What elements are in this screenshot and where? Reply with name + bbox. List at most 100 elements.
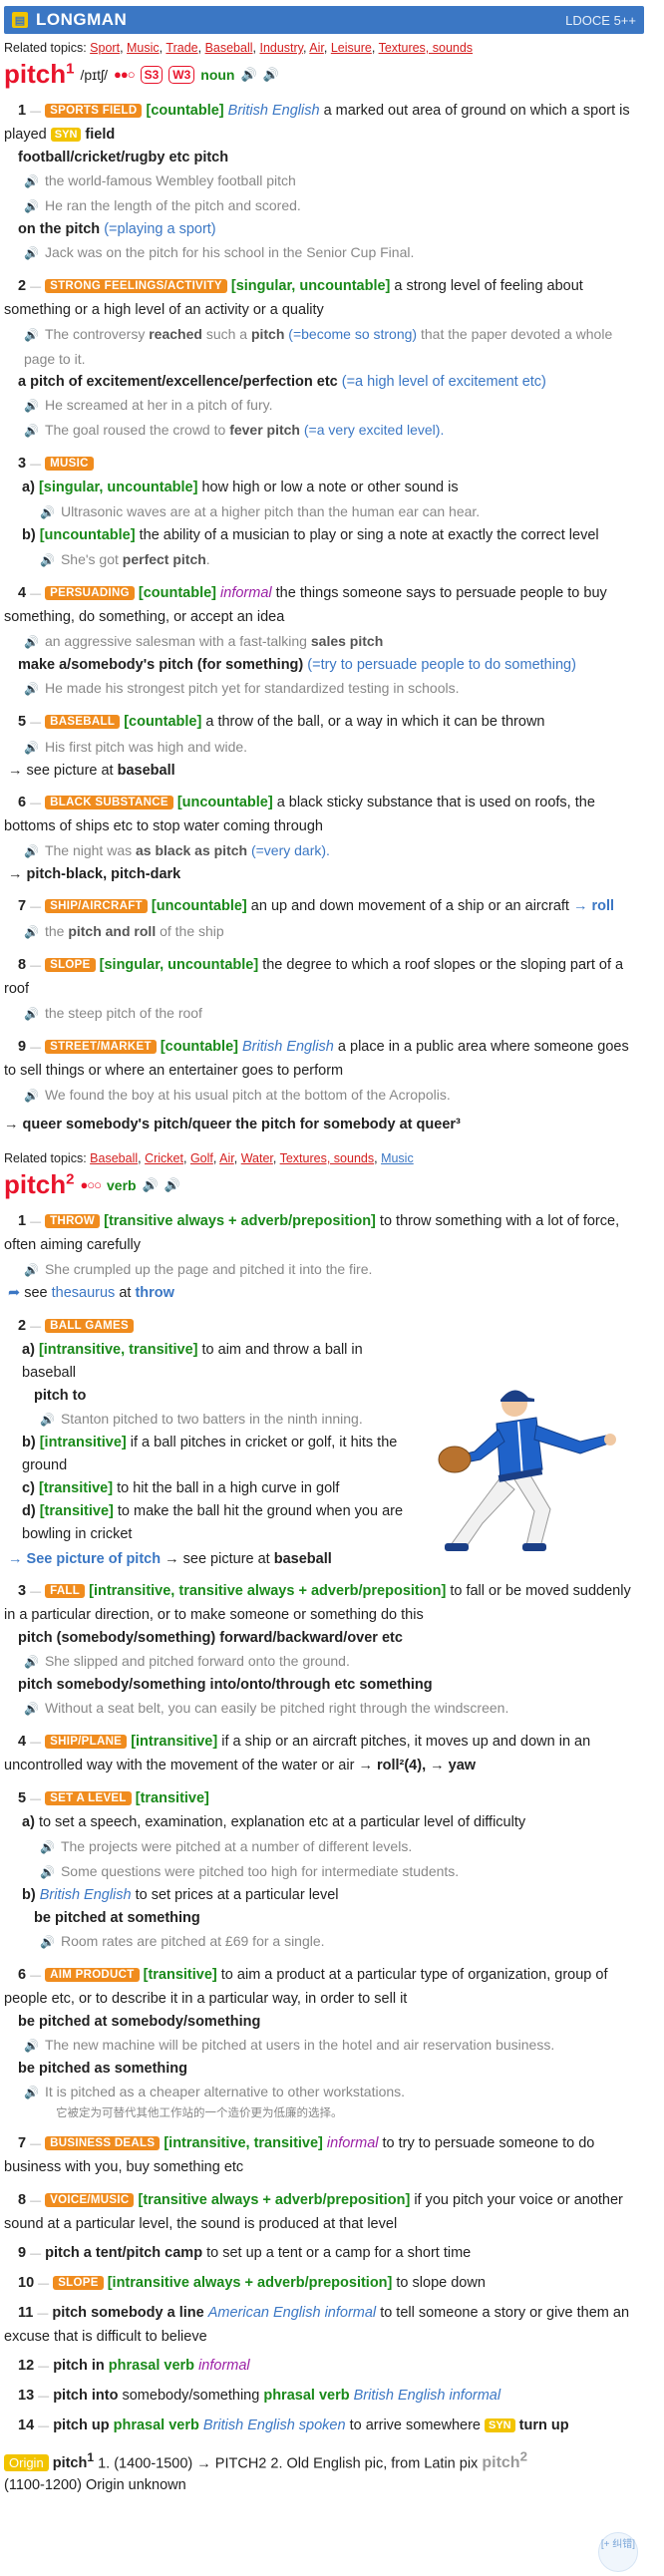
topic-link[interactable]: Industry: [259, 41, 303, 55]
speaker-icon: 🔊: [24, 635, 39, 649]
sense-4: 4 — PERSUADING [countable] informal the …: [4, 582, 644, 701]
example: 🔊 His first pitch was high and wide.: [24, 739, 248, 755]
speaker-icon: 🔊: [24, 1263, 39, 1277]
speaker-icon: 🔊: [24, 328, 39, 342]
collocation: pitch to: [34, 1388, 87, 1404]
topic-link[interactable]: Baseball: [205, 41, 253, 55]
speaker-icon: 🔊: [24, 1007, 39, 1021]
signpost: MUSIC: [45, 457, 94, 471]
example: 🔊 She slipped and pitched forward onto th…: [24, 1653, 350, 1669]
verb-sense-7: 7 — BUSINESS DEALS [intransitive, transi…: [4, 2135, 595, 2175]
topic-link[interactable]: Leisure: [331, 41, 372, 55]
topic-link[interactable]: Textures, sounds: [280, 1151, 375, 1165]
synonym-badge: SYN: [485, 2418, 515, 2432]
written-frequency-badge: W3: [168, 65, 195, 84]
verb-sense-11: 11 — pitch somebody a line American Engl…: [4, 2305, 630, 2345]
collocation: a pitch of excitement/excellence/perfect…: [18, 374, 546, 390]
topic-link[interactable]: Trade: [166, 41, 197, 55]
verb-sense-13: 13 — pitch into somebody/something phras…: [18, 2388, 501, 2404]
collocation: be pitched as something: [18, 2061, 187, 2077]
sense-6: 6 — BLACK SUBSTANCE [uncountable] a blac…: [4, 792, 644, 885]
example: 🔊 Room rates are pitched at £69 for a sin…: [40, 1933, 325, 1949]
thesaurus-link[interactable]: ➦ see thesaurus at throw: [8, 1282, 644, 1305]
collocation: on the pitch (=playing a sport): [18, 221, 216, 237]
cross-reference[interactable]: → roll: [573, 898, 614, 914]
speaker-icon: 🔊: [24, 424, 39, 438]
topic-link[interactable]: Textures, sounds: [379, 41, 474, 55]
baseball-pitcher-illustration: [431, 1368, 620, 1557]
dictionary-header: ▤ LONGMAN LDOCE 5++: [4, 6, 644, 34]
verb-sense-1: 1 — THROW [transitive always + adverb/pr…: [4, 1210, 644, 1305]
topic-link[interactable]: Golf: [190, 1151, 213, 1165]
speaker-icon: 🔊: [24, 741, 39, 755]
speaker-icon: 🔊: [40, 553, 55, 567]
entry1-headline: pitch1 /pɪtʃ/ ●●○ S3 W3 noun 🔊 🔊: [4, 59, 644, 90]
signpost: BALL GAMES: [45, 1319, 134, 1333]
signpost: STRONG FEELINGS/ACTIVITY: [45, 279, 227, 293]
example: 🔊 She's got perfect pitch.: [40, 551, 210, 567]
cross-reference[interactable]: → pitch-black, pitch-dark: [8, 863, 644, 885]
signpost: VOICE/MUSIC: [45, 2193, 135, 2207]
book-icon: ▤: [12, 12, 28, 28]
topic-link[interactable]: Music: [381, 1151, 414, 1165]
verb-sense-5: 5 — SET A LEVEL [transitive] a) to set a…: [4, 1787, 644, 1954]
example: 🔊 The new machine will be pitched at user…: [24, 2037, 555, 2053]
sense-8: 8 — SLOPE [singular, uncountable] the de…: [4, 954, 644, 1026]
signpost: BUSINESS DEALS: [45, 2136, 161, 2150]
signpost: SET A LEVEL: [45, 1791, 132, 1805]
example: 🔊 Ultrasonic waves are at a higher pitch …: [40, 503, 481, 519]
example: 🔊 The goal roused the crowd to fever pitc…: [24, 422, 445, 438]
part-of-speech: verb: [107, 1176, 137, 1193]
verb-sense-2: 2 — BALL GAMES a) [intransitive, transit…: [4, 1315, 413, 1546]
speaker-icon: 🔊: [40, 1413, 55, 1427]
topic-link[interactable]: Air: [309, 41, 324, 55]
signpost: SLOPE: [53, 2276, 104, 2290]
verb-sense-12: 12 — pitch in phrasal verb informal: [18, 2358, 250, 2374]
speaker-icon: 🔊: [24, 2039, 39, 2053]
brand-name: LONGMAN: [36, 10, 128, 29]
speaker-icon: 🔊: [24, 399, 39, 413]
signpost: SPORTS FIELD: [45, 104, 143, 118]
signpost: PERSUADING: [45, 586, 135, 600]
headword: pitch2: [4, 1169, 75, 1199]
speaker-icon: 🔊: [24, 174, 39, 188]
verb-sense-14: 14 — pitch up phrasal verb British Engli…: [18, 2417, 569, 2433]
topic-link[interactable]: Water: [241, 1151, 273, 1165]
example: 🔊 We found the boy at his usual pitch at …: [24, 1087, 451, 1103]
sense-9: 9 — STREET/MARKET [countable] British En…: [4, 1036, 644, 1108]
cross-reference[interactable]: → roll²(4), → yaw: [358, 1758, 476, 1773]
topic-link[interactable]: Sport: [90, 41, 120, 55]
example: 🔊 The controversy reached such a pitch (=…: [24, 326, 613, 367]
spoken-frequency-badge: S3: [140, 65, 164, 84]
example: 🔊 It is pitched as a cheaper alternative …: [24, 2084, 406, 2099]
pronunciation: /pɪtʃ/: [80, 66, 109, 83]
topic-link[interactable]: Baseball: [90, 1151, 138, 1165]
collocation: pitch (somebody/something) forward/backw…: [18, 1630, 403, 1646]
cross-reference[interactable]: → see picture at baseball: [8, 760, 644, 782]
signpost: FALL: [45, 1584, 86, 1598]
speaker-icon: 🔊: [40, 505, 55, 519]
speaker-icon: 🔊: [24, 2086, 39, 2099]
speaker-us-icon[interactable]: 🔊: [165, 1177, 180, 1193]
verb-sense-3: 3 — FALL [intransitive, transitive alway…: [4, 1580, 644, 1721]
sense-2: 2 — STRONG FEELINGS/ACTIVITY [singular, …: [4, 275, 644, 443]
entry1-xref-end: → queer somebody's pitch/queer the pitch…: [4, 1114, 644, 1135]
sense-1: 1 — SPORTS FIELD [countable] British Eng…: [4, 100, 644, 265]
speaker-icon: 🔊: [40, 1935, 55, 1949]
synonym-badge: SYN: [50, 128, 82, 142]
origin-tag: Origin: [4, 2454, 49, 2472]
topic-link[interactable]: Cricket: [145, 1151, 183, 1165]
cross-reference[interactable]: → queer somebody's pitch/queer the pitch…: [4, 1114, 644, 1135]
topic-link[interactable]: Music: [127, 41, 160, 55]
collocation: be pitched at somebody/something: [18, 2014, 261, 2030]
speaker-uk-icon[interactable]: 🔊: [143, 1177, 159, 1193]
topic-link[interactable]: Air: [219, 1151, 234, 1165]
error-report-button[interactable]: [+ 纠错]: [598, 2532, 638, 2572]
verb-sense-4: 4 — SHIP/PLANE [intransitive] if a ship …: [4, 1734, 591, 1773]
example: 🔊 Some questions were pitched too high fo…: [40, 1863, 460, 1879]
speaker-us-icon[interactable]: 🔊: [263, 67, 279, 83]
speaker-uk-icon[interactable]: 🔊: [240, 67, 256, 83]
example: 🔊 the world-famous Wembley football pitch: [24, 172, 296, 188]
etymology: Origin pitch1 1. (1400-1500) → PITCH2 2.…: [4, 2449, 527, 2494]
example: 🔊 He ran the length of the pitch and scor…: [24, 197, 301, 213]
